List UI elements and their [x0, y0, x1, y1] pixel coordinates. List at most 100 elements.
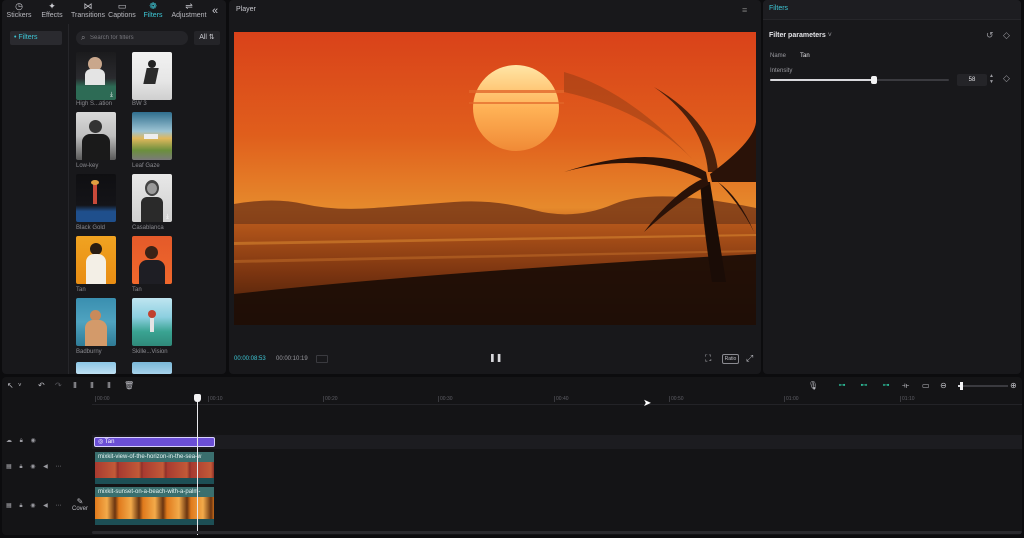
preview-axis-icon[interactable]: ⟛: [902, 381, 909, 391]
portrait-art: [145, 246, 158, 259]
filter-label: Black Gold: [76, 225, 106, 231]
name-label: Name: [770, 53, 787, 59]
intensity-label: Intensity: [770, 68, 793, 74]
keyframe-icon[interactable]: ◇: [1003, 30, 1010, 41]
filter-search-input[interactable]: [90, 31, 184, 45]
crop-frame-icon[interactable]: ⛶: [705, 353, 711, 364]
download-icon[interactable]: ⤓: [164, 214, 171, 221]
tab-filters[interactable]: ❁ Filters: [140, 1, 166, 23]
eye-icon[interactable]: ◉: [30, 464, 35, 470]
filter-thumb-low-key[interactable]: [76, 112, 116, 160]
tab-effects[interactable]: ✦ Effects: [37, 1, 67, 23]
zoom-in-icon[interactable]: ⊕: [1010, 381, 1017, 390]
eye-icon[interactable]: ◉: [31, 438, 36, 444]
audio-icon[interactable]: ◀: [43, 503, 48, 509]
screen-icon[interactable]: ▭: [922, 381, 930, 390]
download-icon[interactable]: ⤓: [108, 92, 115, 99]
video-preview[interactable]: [234, 32, 756, 325]
player-title: Player: [236, 6, 256, 13]
filter-thumb-high-saturation[interactable]: ⤓: [76, 52, 116, 100]
ratio-button[interactable]: Ratio: [722, 354, 739, 364]
filter-thumb-tan-2[interactable]: [132, 236, 172, 284]
filter-thumb-casablanca[interactable]: ⤓: [132, 174, 172, 222]
tab-transitions[interactable]: ⋈ Transitions: [70, 1, 106, 23]
cover-button[interactable]: ✎ Cover: [71, 497, 89, 517]
select-tool-icon[interactable]: ↖: [7, 381, 14, 390]
portrait-art: [85, 320, 107, 346]
zoom-slider-handle[interactable]: [960, 382, 963, 390]
microphone-icon[interactable]: 🎙: [808, 381, 818, 390]
tab-stickers[interactable]: ◷ Stickers: [4, 1, 34, 23]
filter-label: BW 3: [132, 101, 147, 107]
filter-thumb-black-gold[interactable]: [76, 174, 116, 222]
filter-thumb-leaf-gaze[interactable]: [132, 112, 172, 160]
split-right-icon[interactable]: Ⅱ: [107, 381, 111, 390]
stickers-icon: ◷: [15, 1, 23, 11]
zoom-out-icon[interactable]: ⊖: [940, 381, 947, 390]
main-track-magnet-icon[interactable]: ⊶: [835, 381, 849, 390]
intensity-slider[interactable]: [770, 76, 949, 84]
delete-icon[interactable]: 🗑: [124, 381, 134, 390]
linkage-icon[interactable]: ⊶: [879, 381, 893, 390]
filter-params-panel: Filters Filter parameters ˅ ↺ ◇ Name Tan…: [763, 0, 1021, 374]
collapse-panel-icon[interactable]: «: [212, 5, 218, 17]
section-title: Filter parameters: [769, 32, 826, 39]
portrait-art: [89, 120, 102, 133]
tab-label: Stickers: [6, 12, 32, 19]
auto-snap-icon[interactable]: ⊷: [857, 381, 871, 390]
redo-icon[interactable]: ↷: [55, 381, 62, 390]
timeline-scrollbar[interactable]: [92, 531, 1022, 534]
player-panel: Player ≡ 00:00:08:53 00:00:10:19 ❚❚ ⛶ Ra…: [229, 0, 761, 374]
intensity-keyframe-icon[interactable]: ◇: [1003, 73, 1010, 84]
filters-icon: ❁: [149, 1, 157, 11]
filter-parameters-title[interactable]: Filter parameters ˅: [769, 32, 832, 39]
time-ruler[interactable]: 00:00 00:10 00:20 00:30 00:40 00:50 01:00 01:10: [92, 393, 1022, 405]
more-icon[interactable]: ⋯: [55, 464, 61, 470]
tab-filters[interactable]: Filters: [769, 5, 788, 12]
eye-icon[interactable]: ◉: [30, 503, 35, 509]
mouse-cursor-icon: ➤: [643, 398, 652, 409]
chevron-down-icon[interactable]: ˅: [18, 383, 22, 389]
filter-thumb-tan[interactable]: [76, 236, 116, 284]
filters-nav-item[interactable]: • Filters: [10, 31, 62, 45]
building-art: [91, 180, 99, 185]
filter-thumb-partial[interactable]: [76, 362, 116, 374]
lock-icon[interactable]: 🔒︎: [19, 503, 22, 509]
filter-clip-icon: ◎: [98, 439, 105, 445]
portrait-art: [150, 318, 154, 332]
ruler-tick: 01:10: [900, 396, 915, 402]
filter-label: Badburny: [76, 349, 102, 355]
playhead[interactable]: [197, 397, 198, 535]
lock-icon[interactable]: 🔒︎: [19, 464, 22, 470]
audio-icon[interactable]: ◀: [43, 464, 48, 470]
portrait-art: [139, 260, 165, 284]
fullscreen-icon[interactable]: ⤢: [746, 353, 753, 364]
filter-search-box[interactable]: ⌕: [76, 31, 188, 45]
split-icon[interactable]: Ⅱ: [73, 381, 77, 390]
tab-adjustment[interactable]: ⇌ Adjustment: [170, 1, 208, 23]
timecode-toggle[interactable]: [316, 355, 328, 363]
split-left-icon[interactable]: Ⅱ: [90, 381, 94, 390]
undo-icon[interactable]: ↶: [38, 381, 45, 390]
portrait-art: [143, 68, 159, 84]
filter-scope-dropdown[interactable]: All ⇅: [194, 31, 220, 45]
tab-captions[interactable]: ▭ Captions: [106, 1, 138, 23]
pause-icon[interactable]: ❚❚: [489, 353, 502, 362]
more-icon[interactable]: ⋯: [55, 503, 61, 509]
menu-icon[interactable]: ≡: [742, 5, 747, 15]
intensity-stepper-icon[interactable]: ▲ ▼: [989, 73, 994, 85]
intensity-slider-handle[interactable]: [870, 76, 877, 84]
zoom-slider[interactable]: [958, 382, 1008, 390]
playhead-handle[interactable]: [194, 394, 201, 402]
filter-thumb-partial[interactable]: [132, 362, 172, 374]
filter-thumb-bw3[interactable]: [132, 52, 172, 100]
lock-icon[interactable]: 🔒︎: [20, 438, 23, 444]
filter-thumb-badburny[interactable]: [76, 298, 116, 346]
intensity-input[interactable]: 58: [957, 74, 987, 86]
ruler-tick: 00:50: [669, 396, 684, 402]
reset-icon[interactable]: ↺: [986, 30, 994, 41]
captions-icon: ▭: [117, 1, 127, 11]
ruler-tick: 00:40: [554, 396, 569, 402]
filter-thumb-skille-vision[interactable]: [132, 298, 172, 346]
sunset-video-frame: [234, 32, 756, 325]
